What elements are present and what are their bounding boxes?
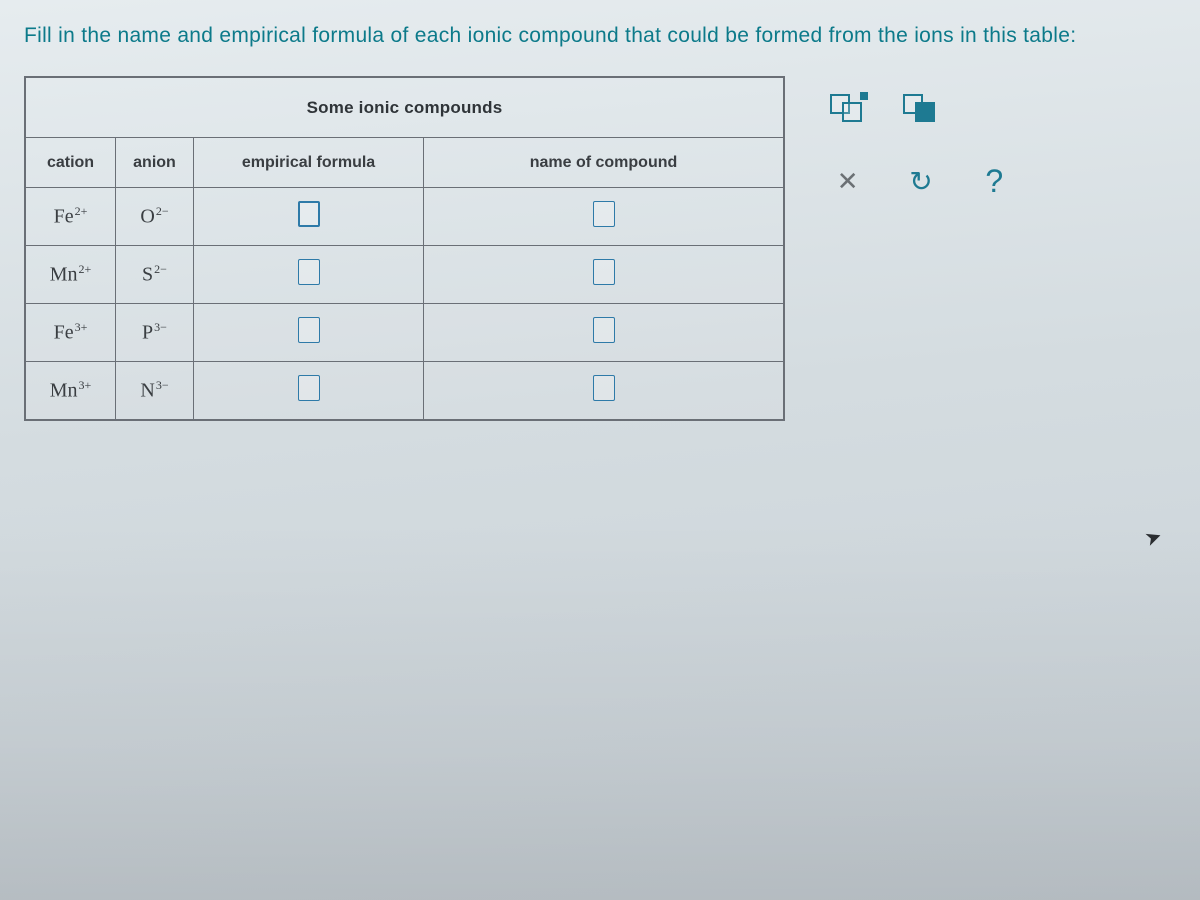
table-row: Fe3+ P3− [26, 304, 784, 362]
header-name: name of compound [424, 138, 784, 188]
anion-cell: N3− [140, 378, 168, 403]
decorative-gradient [0, 520, 1200, 900]
refresh-icon: ↻ [909, 165, 932, 198]
name-input[interactable] [593, 259, 615, 285]
table-row: Fe2+ O2− [26, 188, 784, 246]
cation-cell: Mn2+ [50, 262, 92, 287]
window-popout-button[interactable] [898, 86, 944, 132]
instruction-text: Fill in the name and empirical formula o… [24, 24, 1180, 48]
clear-button[interactable]: ✕ [825, 158, 871, 204]
cursor-icon: ➤ [1141, 523, 1165, 552]
ionic-compounds-table: Some ionic compounds cation anion empiri… [24, 76, 785, 421]
reset-button[interactable]: ↻ [898, 158, 944, 204]
formula-input[interactable] [298, 375, 320, 401]
anion-cell: P3− [142, 320, 167, 345]
anion-cell: O2− [140, 204, 168, 229]
window-overlap-button[interactable] [825, 86, 871, 132]
anion-cell: S2− [142, 262, 167, 287]
overlap-icon [830, 94, 866, 124]
help-button[interactable]: ? [971, 158, 1017, 204]
formula-input[interactable] [298, 201, 320, 227]
header-anion: anion [116, 138, 194, 188]
name-input[interactable] [593, 201, 615, 227]
header-formula: empirical formula [194, 138, 424, 188]
table-title: Some ionic compounds [26, 78, 784, 138]
table-row: Mn2+ S2− [26, 246, 784, 304]
cation-cell: Fe3+ [54, 320, 88, 345]
header-cation: cation [26, 138, 116, 188]
cation-cell: Fe2+ [54, 204, 88, 229]
name-input[interactable] [593, 375, 615, 401]
table-row: Mn3+ N3− [26, 362, 784, 420]
help-icon: ? [985, 163, 1003, 200]
close-icon: ✕ [837, 166, 859, 197]
formula-input[interactable] [298, 259, 320, 285]
formula-input[interactable] [298, 317, 320, 343]
popout-icon [903, 94, 939, 124]
toolbox-panel: ✕ ↻ ? [811, 76, 1031, 204]
cation-cell: Mn3+ [50, 378, 92, 403]
name-input[interactable] [593, 317, 615, 343]
